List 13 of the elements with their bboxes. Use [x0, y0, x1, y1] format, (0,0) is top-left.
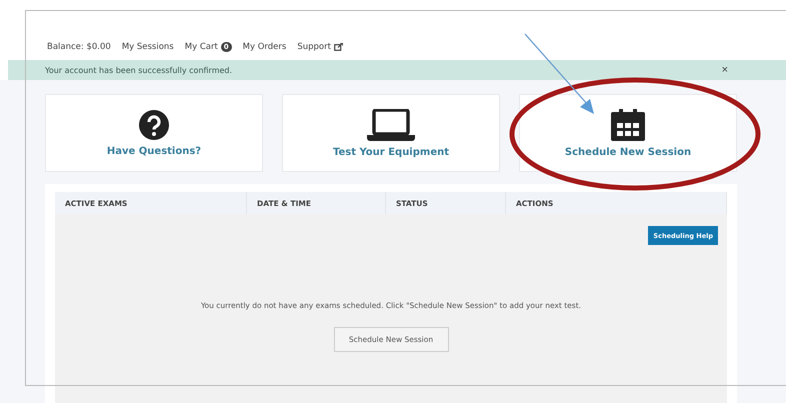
laptop-icon	[367, 108, 415, 140]
close-button[interactable]: ×	[722, 64, 728, 76]
calendar-icon	[611, 108, 645, 140]
alert-message: Your account has been successfully confirmed.	[45, 66, 232, 74]
question-icon	[139, 110, 169, 140]
action-card[interactable]: Test Your Equipment	[282, 94, 500, 172]
nav-link[interactable]: My Orders	[242, 42, 286, 52]
balance-text: Balance: $0.00	[47, 42, 111, 52]
support-link[interactable]: Support	[297, 42, 343, 52]
action-card[interactable]: Have Questions?	[45, 94, 263, 172]
action-card[interactable]: Schedule New Session	[519, 94, 737, 172]
nav-link[interactable]: My Sessions	[122, 42, 174, 52]
external-link-icon	[334, 43, 343, 51]
